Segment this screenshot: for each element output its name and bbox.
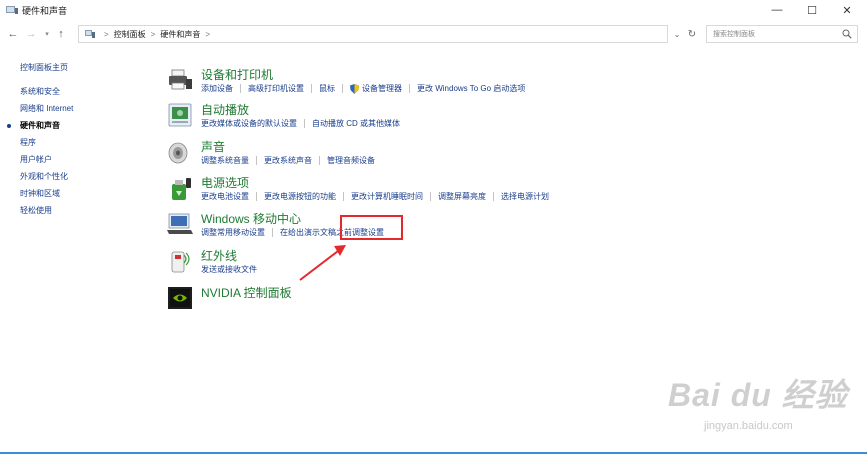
- link-divider: [342, 84, 343, 93]
- navigation-bar: ← → ▾ ↑ > 控制面板 > 硬件和声音 > ⌄ ↻ 搜索控制面板: [0, 24, 867, 46]
- uac-shield-icon: [350, 83, 359, 94]
- category-title[interactable]: NVIDIA 控制面板: [201, 284, 292, 301]
- category-links: 更改电池设置 更改电源按钮的功能 更改计算机睡眠时间 调整屏幕亮度 选择电源计划: [201, 191, 549, 202]
- link-divider: [343, 192, 344, 201]
- power-button-function-link[interactable]: 更改电源按钮的功能: [264, 191, 336, 202]
- nvidia-icon: [168, 287, 192, 309]
- title-bar: 硬件和声音 — ☐ ✕: [0, 0, 867, 20]
- category-title[interactable]: 声音: [201, 138, 225, 155]
- address-dropdown-button[interactable]: ⌄: [670, 26, 684, 42]
- sidebar-item-hardware-sound: 硬件和声音: [7, 120, 130, 137]
- sidebar-item-label: 系统和安全: [20, 87, 60, 96]
- sidebar-item-ease-of-access[interactable]: 轻松使用: [20, 205, 130, 222]
- breadcrumb-separator: >: [150, 29, 156, 39]
- search-placeholder: 搜索控制面板: [713, 31, 755, 38]
- manage-audio-devices-link[interactable]: 管理音频设备: [327, 155, 375, 166]
- minimize-button[interactable]: —: [760, 0, 794, 20]
- category-title[interactable]: 设备和打印机: [201, 66, 273, 83]
- choose-power-plan-link[interactable]: 选择电源计划: [501, 191, 549, 202]
- device-manager-link[interactable]: 设备管理器: [362, 83, 402, 94]
- category-title[interactable]: 红外线: [201, 247, 237, 264]
- breadcrumb-hardware-sound[interactable]: 硬件和声音: [160, 29, 200, 40]
- sidebar-item-label: 轻松使用: [20, 206, 52, 215]
- link-divider: [319, 156, 320, 165]
- active-bullet-icon: [7, 124, 11, 128]
- breadcrumb-separator: >: [104, 29, 109, 39]
- category-links: 添加设备 高级打印机设置 鼠标 设备管理器 更改 Windows To Go 启…: [201, 83, 525, 94]
- mobility-center-icon: [167, 213, 193, 234]
- close-button[interactable]: ✕: [830, 0, 864, 20]
- refresh-button[interactable]: ↻: [685, 26, 699, 42]
- link-divider: [311, 84, 312, 93]
- sidebar-item-network-internet[interactable]: 网络和 Internet: [20, 103, 130, 120]
- change-media-defaults-link[interactable]: 更改媒体或设备的默认设置: [201, 118, 297, 129]
- link-divider: [304, 119, 305, 128]
- control-panel-window: 硬件和声音 — ☐ ✕ ← → ▾ ↑ > 控制面板 > 硬件和声音 > ⌄ ↻…: [0, 0, 867, 456]
- change-battery-settings-link[interactable]: 更改电池设置: [201, 191, 249, 202]
- sidebar-item-label: 外观和个性化: [20, 172, 68, 181]
- sidebar-item-label: 时钟和区域: [20, 189, 60, 198]
- sidebar-item-programs[interactable]: 程序: [20, 137, 130, 154]
- sidebar-item-control-panel-home[interactable]: 控制面板主页: [20, 62, 130, 74]
- up-button[interactable]: ↑: [54, 26, 68, 42]
- mouse-link[interactable]: 鼠标: [319, 83, 335, 94]
- printer-icon: [169, 69, 192, 90]
- forward-button[interactable]: →: [24, 26, 38, 42]
- annotation-arrow-icon: [299, 245, 346, 281]
- category-title[interactable]: 自动播放: [201, 101, 249, 118]
- control-panel-icon: [6, 6, 18, 14]
- autoplay-icon: [168, 103, 192, 127]
- sidebar-item-system-security[interactable]: 系统和安全: [20, 86, 130, 103]
- category-links: 调整系统音量 更改系统声音 管理音频设备: [201, 155, 375, 166]
- advanced-printer-setup-link[interactable]: 高级打印机设置: [248, 83, 304, 94]
- maximize-button[interactable]: ☐: [795, 0, 829, 20]
- category-title[interactable]: Windows 移动中心: [201, 210, 301, 227]
- baidu-watermark: Bai du 经验 jingyan.baidu.com: [668, 370, 858, 440]
- speaker-icon: [168, 142, 188, 164]
- breadcrumb-control-panel[interactable]: 控制面板: [114, 29, 146, 40]
- control-panel-icon: [85, 30, 95, 38]
- adjust-volume-link[interactable]: 调整系统音量: [201, 155, 249, 166]
- screen-brightness-link[interactable]: 调整屏幕亮度: [438, 191, 486, 202]
- search-input[interactable]: 搜索控制面板: [706, 25, 858, 43]
- sidebar-item-user-accounts[interactable]: 用户帐户: [20, 154, 130, 171]
- link-divider: [493, 192, 494, 201]
- sidebar-item-label: 用户帐户: [20, 155, 52, 164]
- infrared-icon: [171, 251, 190, 273]
- window-title: 硬件和声音: [22, 6, 68, 16]
- autoplay-cd-link[interactable]: 自动播放 CD 或其他媒体: [312, 118, 400, 129]
- link-divider: [256, 192, 257, 201]
- link-divider: [430, 192, 431, 201]
- windows-to-go-link[interactable]: 更改 Windows To Go 启动选项: [417, 83, 525, 94]
- recent-locations-button[interactable]: ▾: [40, 26, 54, 42]
- back-button[interactable]: ←: [6, 26, 20, 42]
- category-links: 更改媒体或设备的默认设置 自动播放 CD 或其他媒体: [201, 118, 400, 129]
- category-title[interactable]: 电源选项: [201, 174, 249, 191]
- watermark-url: jingyan.baidu.com: [704, 420, 793, 432]
- breadcrumb-separator: >: [205, 29, 211, 39]
- window-bottom-border: [0, 452, 867, 454]
- link-divider: [409, 84, 410, 93]
- send-receive-file-link[interactable]: 发送或接收文件: [201, 264, 257, 275]
- sidebar-item-appearance[interactable]: 外观和个性化: [20, 171, 130, 188]
- power-icon: [172, 178, 191, 200]
- link-divider: [256, 156, 257, 165]
- sidebar-item-clock-region[interactable]: 时钟和区域: [20, 188, 130, 205]
- sidebar: 控制面板主页 系统和安全 网络和 Internet 硬件和声音 程序 用户帐户 …: [7, 62, 130, 222]
- add-device-link[interactable]: 添加设备: [201, 83, 233, 94]
- category-links: 发送或接收文件: [201, 264, 257, 275]
- sidebar-item-label: 程序: [20, 138, 36, 147]
- adjust-mobility-settings-link[interactable]: 调整常用移动设置: [201, 227, 265, 238]
- link-divider: [240, 84, 241, 93]
- computer-sleep-time-link[interactable]: 更改计算机睡眠时间: [351, 191, 423, 202]
- sidebar-item-label: 网络和 Internet: [20, 104, 74, 113]
- change-system-sounds-link[interactable]: 更改系统声音: [264, 155, 312, 166]
- search-icon[interactable]: [842, 29, 852, 39]
- sidebar-item-label: 硬件和声音: [20, 121, 60, 130]
- watermark-logo: Bai du 经验: [668, 377, 848, 413]
- address-bar[interactable]: > 控制面板 > 硬件和声音 >: [78, 25, 668, 43]
- link-divider: [272, 228, 273, 237]
